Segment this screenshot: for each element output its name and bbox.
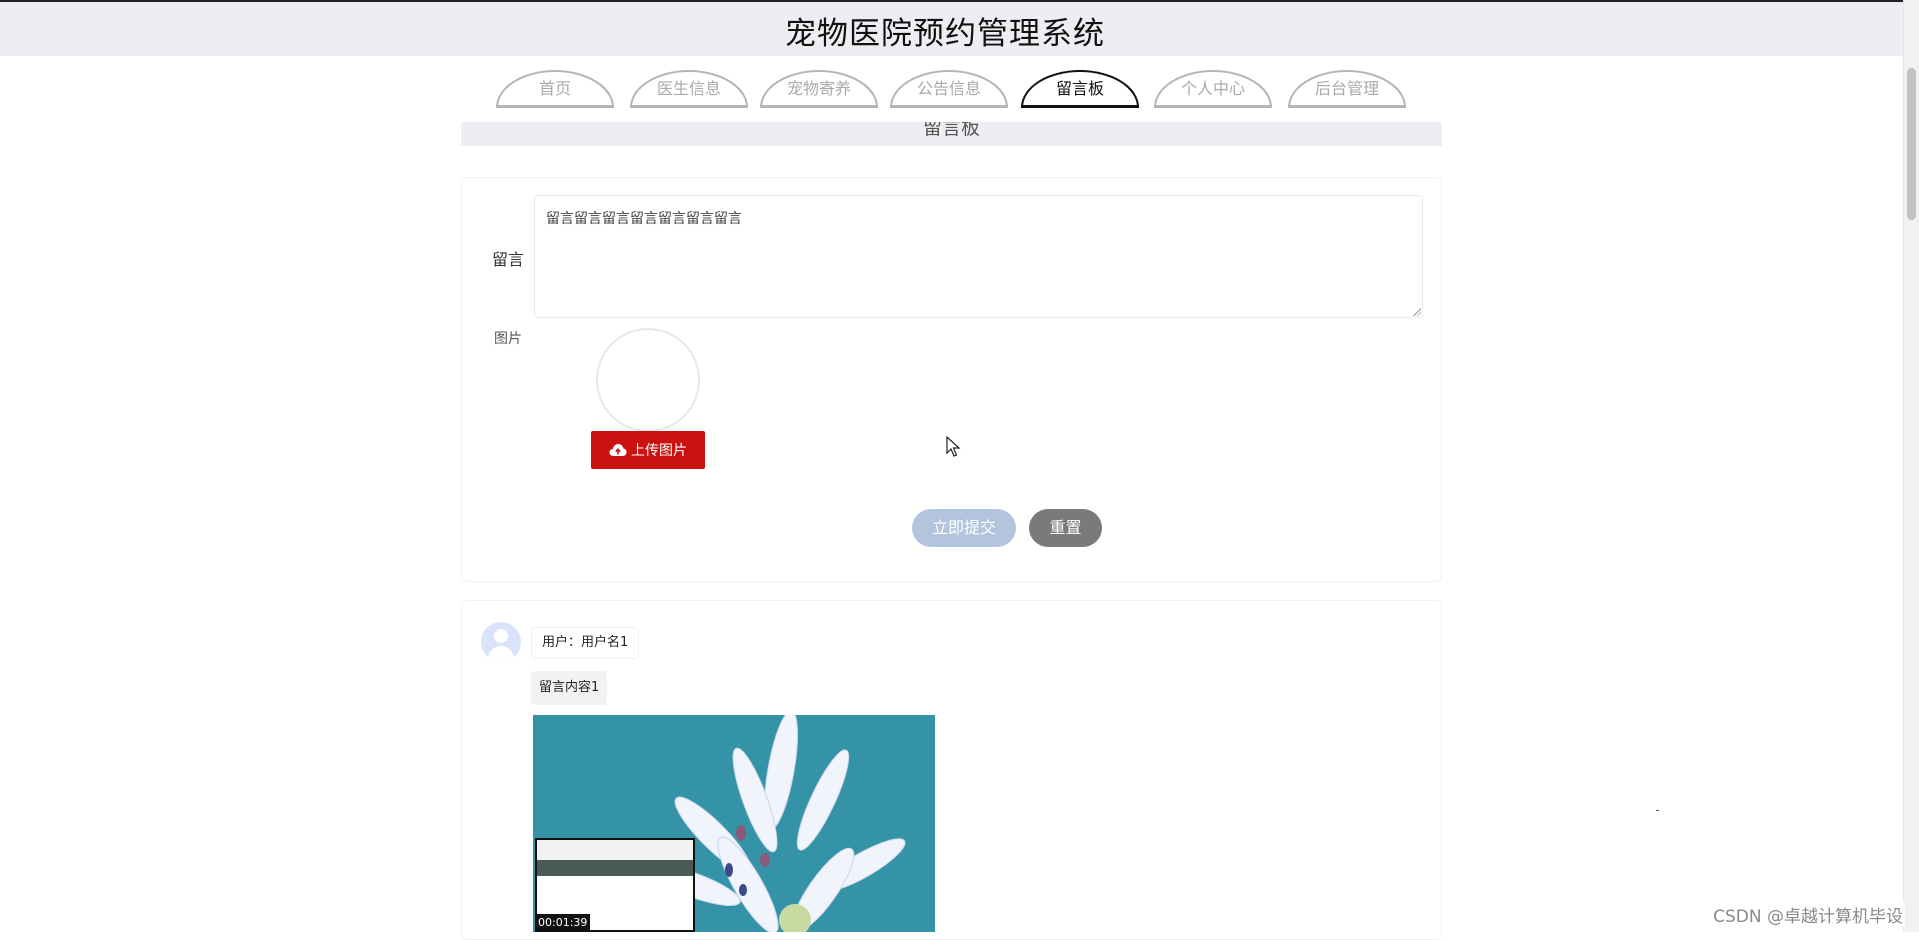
upload-image-button[interactable]: 上传图片 — [591, 431, 705, 469]
nav-tab-home[interactable]: 首页 — [496, 70, 614, 108]
upload-image-label: 上传图片 — [631, 443, 687, 459]
stray-mark — [1656, 810, 1659, 811]
image-preview-placeholder — [596, 328, 700, 432]
nav-tab-message-board[interactable]: 留言板 — [1021, 70, 1139, 108]
message-content: 留言内容1 — [531, 671, 608, 705]
watermark: CSDN @卓越计算机毕设 — [1711, 902, 1905, 927]
nav-tab-announcements[interactable]: 公告信息 — [890, 70, 1008, 108]
nav-tab-pet-boarding[interactable]: 宠物寄养 — [760, 70, 878, 108]
video-timecode: 00:01:39 — [535, 914, 591, 932]
section-title-bar: 留言板 — [461, 122, 1442, 146]
message-textarea-value: 留言留言留言留言留言留言留言 — [546, 211, 742, 227]
message-user: 用户：用户名1 — [531, 627, 640, 659]
main-nav: 首页 医生信息 宠物寄养 公告信息 留言板 个人中心 后台管理 — [0, 70, 1890, 110]
section-title: 留言板 — [922, 122, 980, 139]
nav-tab-admin[interactable]: 后台管理 — [1288, 70, 1406, 108]
cloud-upload-icon — [609, 444, 627, 456]
site-title: 宠物医院预约管理系统 — [785, 16, 1105, 52]
image-label: 图片 — [494, 331, 522, 347]
user-avatar-icon — [481, 622, 521, 662]
top-header-bar: 宠物医院预约管理系统 — [0, 0, 1919, 56]
submit-button[interactable]: 立即提交 — [912, 509, 1016, 547]
reset-button[interactable]: 重置 — [1029, 509, 1102, 547]
scrollbar-thumb[interactable] — [1907, 68, 1916, 220]
nav-tab-personal-center[interactable]: 个人中心 — [1154, 70, 1272, 108]
mouse-cursor-icon — [946, 436, 961, 457]
resize-grip-icon[interactable] — [1412, 307, 1421, 316]
nav-tab-doctors[interactable]: 医生信息 — [630, 70, 748, 108]
message-label: 留言 — [492, 250, 525, 269]
vertical-scrollbar[interactable] — [1903, 0, 1919, 932]
message-textarea[interactable]: 留言留言留言留言留言留言留言 — [534, 195, 1423, 318]
